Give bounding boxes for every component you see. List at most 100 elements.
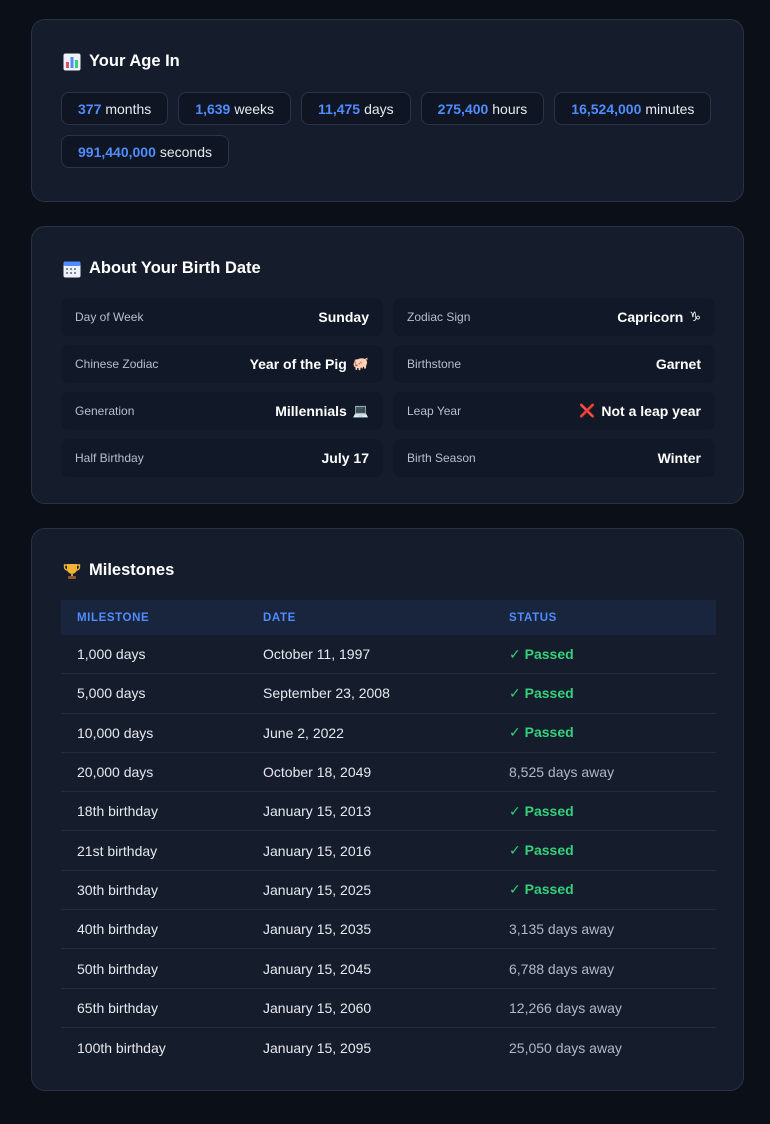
age-unit: days (364, 100, 394, 117)
info-emoji-icon: 💻 (352, 403, 369, 419)
info-label: Birthstone (407, 357, 462, 371)
status-cell: ✓ Passed (509, 802, 574, 819)
age-pill-minutes: 16,524,000 minutes (554, 92, 712, 125)
info-value: Winter (657, 450, 701, 466)
age-title-text: Your Age In (89, 52, 180, 70)
date-cell: January 15, 2013 (263, 803, 372, 820)
status-cell: ✓ Passed (509, 842, 574, 859)
age-unit: seconds (159, 143, 213, 160)
info-value: Sunday (318, 309, 369, 325)
milestones-title-text: Milestones (89, 561, 175, 579)
info-cell: Zodiac Sign Capricorn ♑ (393, 298, 715, 336)
info-value-wrap: Garnet (656, 356, 701, 372)
info-value-wrap: Sunday (318, 309, 369, 325)
info-value-wrap: ❌ Not a leap year (579, 403, 701, 419)
milestone-cell: 100th birthday (77, 1039, 166, 1056)
date-cell: January 15, 2025 (263, 881, 372, 898)
milestone-cell: 21st birthday (77, 842, 158, 859)
info-cell: Half Birthday July 17 (61, 439, 383, 477)
calendar-icon (63, 261, 81, 277)
info-value: Not a leap year (601, 403, 701, 419)
age-value: 1,639 (195, 100, 231, 117)
table-row: 21st birthday January 15, 2016 ✓ Passed (61, 831, 716, 871)
date-cell: January 15, 2045 (263, 960, 372, 977)
date-cell: January 15, 2095 (263, 1039, 372, 1056)
info-label: Half Birthday (75, 451, 144, 465)
table-row: 65th birthday January 15, 2060 12,266 days… (61, 989, 716, 1028)
milestone-cell: 65th birthday (77, 999, 158, 1016)
info-label: Generation (75, 404, 135, 418)
table-row: 30th birthday January 15, 2025 ✓ Passed (61, 871, 716, 911)
table-row: 1,000 days October 11, 1997 ✓ Passed (61, 635, 716, 675)
info-value: Capricorn (617, 309, 684, 325)
bar-chart-icon (63, 53, 81, 70)
age-card-title: Your Age In (63, 52, 180, 71)
header-status: STATUS (509, 611, 557, 624)
trophy-icon (63, 563, 81, 579)
birth-card: About Your Birth Date Day of Week Sunday Z… (31, 226, 744, 504)
status-cell: 25,050 days away (509, 1039, 622, 1056)
milestone-cell: 5,000 days (77, 685, 146, 702)
table-body: 1,000 days October 11, 1997 ✓ Passed 5,000 … (61, 635, 716, 1067)
status-cell: 12,266 days away (509, 999, 622, 1016)
age-value: 11,475 (318, 100, 361, 117)
table-header: MILESTONE DATE STATUS (61, 600, 716, 635)
info-emoji-icon: 🐖 (352, 356, 369, 372)
table-row: 5,000 days September 23, 2008 ✓ Passed (61, 674, 716, 714)
age-pill-weeks: 1,639 weeks (178, 92, 292, 125)
table-row: 100th birthday January 15, 2095 25,050 day… (61, 1028, 716, 1067)
info-label: Leap Year (407, 404, 462, 418)
date-cell: October 18, 2049 (263, 764, 372, 781)
info-cell: Generation Millennials 💻 (61, 392, 383, 430)
info-value: Millennials (275, 403, 347, 419)
birth-card-title: About Your Birth Date (63, 259, 261, 278)
status-cell: 8,525 days away (509, 764, 615, 781)
age-unit: months (105, 100, 152, 117)
milestone-cell: 18th birthday (77, 803, 158, 820)
milestone-cell: 1,000 days (77, 646, 146, 663)
age-card: Your Age In 377 months 1,639 weeks 11,475 day… (31, 19, 744, 202)
age-value: 377 (78, 100, 102, 117)
header-milestone: MILESTONE (77, 611, 150, 624)
date-cell: January 15, 2016 (263, 842, 372, 859)
age-value: 16,524,000 (571, 100, 642, 117)
table-row: 40th birthday January 15, 2035 3,135 days … (61, 910, 716, 950)
age-pill-hours: 275,400 hours (420, 92, 545, 125)
info-label: Zodiac Sign (407, 310, 471, 324)
age-pill-seconds: 991,440,000 seconds (61, 135, 230, 168)
date-cell: June 2, 2022 (263, 724, 344, 741)
milestone-cell: 50th birthday (77, 960, 158, 977)
info-value: Year of the Pig (249, 356, 347, 372)
date-cell: September 23, 2008 (263, 685, 390, 702)
info-emoji-icon: ♑ (689, 309, 701, 325)
birth-info-grid: Day of Week Sunday Zodiac Sign Capricorn ♑ Ch… (61, 298, 716, 477)
status-cell: 6,788 days away (509, 960, 615, 977)
info-cell: Day of Week Sunday (61, 298, 383, 336)
age-value: 991,440,000 (78, 143, 156, 160)
milestone-cell: 30th birthday (77, 881, 158, 898)
info-label: Day of Week (75, 310, 144, 324)
header-date: DATE (263, 611, 296, 624)
milestones-table: MILESTONE DATE STATUS 1,000 days October … (61, 600, 716, 1067)
age-unit: minutes (645, 100, 695, 117)
age-unit: weeks (234, 100, 275, 117)
date-cell: January 15, 2035 (263, 921, 372, 938)
date-cell: January 15, 2060 (263, 999, 372, 1016)
age-unit: hours (492, 100, 528, 117)
date-cell: October 11, 1997 (263, 646, 371, 663)
info-value-wrap: July 17 (322, 450, 369, 466)
info-cell: Leap Year ❌ Not a leap year (393, 392, 715, 430)
age-value: 275,400 (437, 100, 489, 117)
age-pill-days: 11,475 days (301, 92, 411, 125)
status-cell: ✓ Passed (509, 645, 574, 662)
age-pill-months: 377 months (61, 92, 169, 125)
status-cell: 3,135 days away (509, 921, 615, 938)
age-pill-list: 377 months 1,639 weeks 11,475 days 275,400 hour… (61, 92, 721, 168)
milestones-card-title: Milestones (63, 561, 174, 580)
info-value: July 17 (321, 450, 369, 466)
table-row: 20,000 days October 18, 2049 8,525 days aw… (61, 753, 716, 793)
milestones-card: Milestones MILESTONE DATE STATUS 1,000 d… (31, 528, 744, 1091)
table-row: 10,000 days June 2, 2022 ✓ Passed (61, 714, 716, 753)
info-value-wrap: Capricorn ♑ (617, 309, 701, 325)
status-cell: ✓ Passed (509, 881, 574, 898)
